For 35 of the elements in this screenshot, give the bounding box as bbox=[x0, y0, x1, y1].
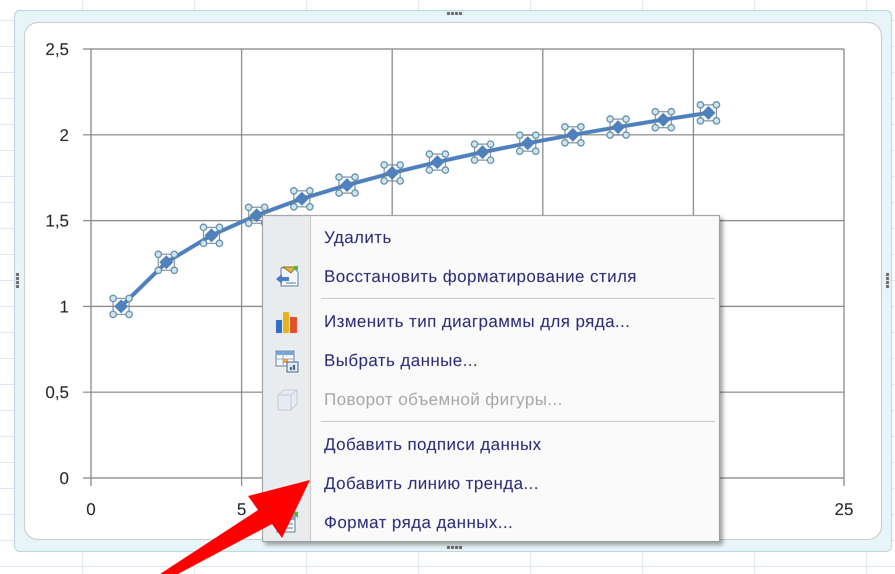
resize-handle[interactable] bbox=[886, 273, 890, 289]
data-point[interactable] bbox=[426, 150, 450, 174]
table-chart-icon bbox=[274, 348, 300, 374]
data-point[interactable] bbox=[109, 294, 133, 318]
menu-item[interactable]: Изменить тип диаграммы для ряда... bbox=[324, 308, 630, 334]
axis-label: 5 bbox=[236, 500, 246, 519]
axis-label: 2,5 bbox=[45, 40, 69, 59]
resize-handle[interactable] bbox=[16, 273, 20, 289]
resize-handle[interactable] bbox=[447, 546, 463, 550]
axis-label: 1,5 bbox=[45, 212, 69, 231]
data-point[interactable] bbox=[380, 161, 404, 185]
data-point[interactable] bbox=[516, 131, 540, 155]
data-point[interactable] bbox=[290, 187, 314, 211]
data-point[interactable] bbox=[696, 101, 720, 125]
data-point[interactable] bbox=[154, 250, 178, 274]
data-point[interactable] bbox=[200, 224, 224, 248]
axis-label: 0 bbox=[60, 469, 69, 488]
restore-style-icon bbox=[274, 264, 300, 290]
axis-label: 1 bbox=[60, 297, 69, 316]
axis-label: 25 bbox=[834, 500, 854, 519]
menu-item[interactable]: Восстановить форматирование стиля bbox=[324, 264, 637, 290]
axis-label: 0 bbox=[86, 500, 96, 519]
data-point[interactable] bbox=[561, 123, 585, 147]
resize-handle[interactable] bbox=[447, 12, 463, 16]
axis-label: 0,5 bbox=[45, 383, 69, 402]
menu-item[interactable]: Добавить подписи данных bbox=[324, 432, 542, 458]
data-point[interactable] bbox=[606, 115, 630, 139]
menu-item[interactable]: Формат ряда данных... bbox=[324, 510, 514, 536]
data-point[interactable] bbox=[651, 108, 676, 132]
axis-label: 2 bbox=[60, 126, 69, 145]
menu-item[interactable]: Выбрать данные... bbox=[324, 348, 478, 374]
data-point[interactable] bbox=[470, 140, 494, 164]
menu-item[interactable]: Добавить линию тренда... bbox=[324, 470, 539, 496]
menu-item[interactable]: Удалить bbox=[324, 224, 392, 250]
data-point[interactable] bbox=[335, 173, 359, 197]
